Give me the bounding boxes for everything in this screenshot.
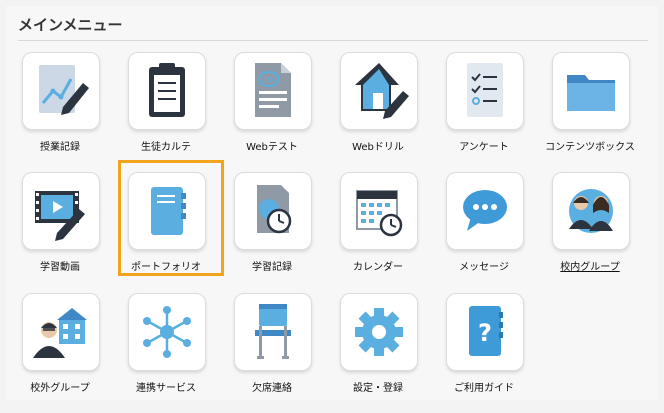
menu-item-school-group[interactable]: 校内グループ	[537, 172, 641, 292]
menu-item-label: 学習記録	[252, 262, 292, 273]
menu-item-label: メッセージ	[459, 262, 509, 273]
menu-item-label: ポートフォリオ	[131, 262, 201, 273]
network-icon	[128, 293, 206, 371]
menu-item-portfolio[interactable]: ポートフォリオ	[113, 172, 217, 292]
menu-item-web-drill[interactable]: Webドリル	[325, 52, 429, 172]
menu-item-label: アンケート	[459, 142, 509, 153]
menu-item-label: ご利用ガイド	[454, 383, 514, 394]
clock-document-icon	[234, 172, 312, 250]
menu-item-label: 設定・登録	[353, 383, 403, 394]
menu-item-label: Webドリル	[352, 142, 404, 153]
menu-item-label: 校外グループ	[30, 383, 90, 394]
menu-item-message[interactable]: メッセージ	[431, 172, 535, 292]
svg-text:100: 100	[263, 76, 276, 84]
menu-item-learning-video[interactable]: 学習動画	[7, 172, 111, 292]
help-book-icon: ?	[446, 293, 524, 371]
menu-item-label: 授業記録	[40, 142, 80, 153]
menu-item-contents-box[interactable]: コンテンツボックス	[537, 52, 641, 172]
gear-icon	[340, 293, 418, 371]
menu-item-absence-notice[interactable]: 欠席連絡	[219, 293, 323, 413]
menu-item-survey[interactable]: アンケート	[431, 52, 535, 172]
menu-item-label: 生徒カルテ	[141, 142, 191, 153]
menu-item-label: 欠席連絡	[252, 383, 292, 394]
test-sheet-icon: 100	[234, 52, 312, 130]
pen-chart-icon	[22, 52, 100, 130]
notebook-icon	[128, 172, 206, 250]
group-people-icon	[552, 172, 630, 250]
menu-item-student-chart[interactable]: 生徒カルテ	[113, 52, 217, 172]
video-pen-icon	[22, 172, 100, 250]
menu-item-label: 連携サービス	[136, 383, 196, 394]
school-person-icon	[22, 293, 100, 371]
menu-item-settings[interactable]: 設定・登録	[325, 293, 429, 413]
house-pen-icon	[340, 52, 418, 130]
menu-item-user-guide[interactable]: ? ご利用ガイド	[431, 293, 535, 413]
menu-item-label: 校内グループ	[560, 262, 620, 273]
svg-text:?: ?	[478, 319, 492, 347]
calendar-icon	[340, 172, 418, 250]
folder-icon	[552, 52, 630, 130]
menu-item-lesson-record[interactable]: 授業記録	[7, 52, 111, 172]
menu-item-calendar[interactable]: カレンダー	[325, 172, 429, 292]
menu-item-label: コンテンツボックス	[545, 142, 635, 153]
menu-grid: 授業記録 生徒カルテ 100 Webテスト Webドリル アンケート コンテンツ…	[0, 0, 664, 406]
chat-bubble-icon	[446, 172, 524, 250]
menu-item-external-group[interactable]: 校外グループ	[7, 293, 111, 413]
menu-item-web-test[interactable]: 100 Webテスト	[219, 52, 323, 172]
checklist-icon	[446, 52, 524, 130]
menu-item-learning-record[interactable]: 学習記録	[219, 172, 323, 292]
menu-item-label: カレンダー	[353, 262, 403, 273]
menu-item-label: Webテスト	[246, 142, 298, 153]
menu-item-linked-services[interactable]: 連携サービス	[113, 293, 217, 413]
chair-icon	[234, 293, 312, 371]
menu-item-label: 学習動画	[40, 262, 80, 273]
clipboard-icon	[128, 52, 206, 130]
